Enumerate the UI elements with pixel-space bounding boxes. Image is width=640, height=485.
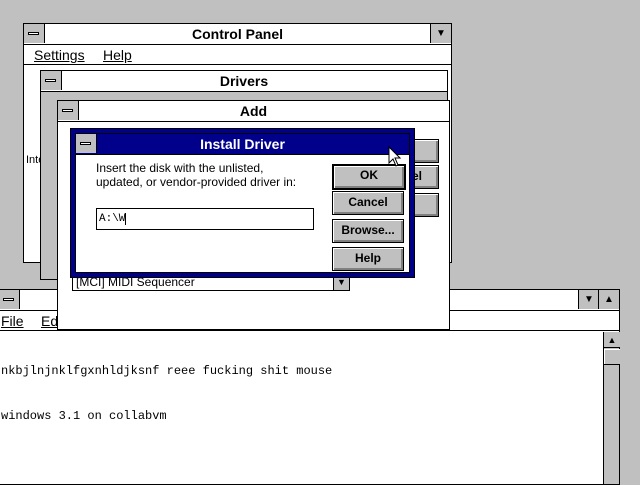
- text-cursor: [125, 213, 127, 225]
- scroll-up-icon[interactable]: ▲: [604, 332, 620, 348]
- driver-path-value: A:\W: [99, 213, 126, 225]
- menu-file[interactable]: File: [1, 311, 24, 331]
- text-line: windows 3.1 on collabvm: [1, 409, 167, 423]
- menu-help[interactable]: Help: [103, 45, 132, 65]
- add-titlebar[interactable]: Add: [58, 101, 449, 122]
- browse-button[interactable]: Browse...: [332, 219, 404, 243]
- add-ok-button[interactable]: [411, 139, 439, 163]
- drivers-title: Drivers: [219, 73, 269, 89]
- add-title: Add: [239, 103, 268, 119]
- driver-path-input[interactable]: A:\W: [96, 208, 314, 230]
- minimize-icon[interactable]: ▼: [578, 290, 599, 309]
- install-driver-titlebar[interactable]: Install Driver: [76, 134, 409, 155]
- menu-edit[interactable]: Ed: [41, 311, 58, 331]
- install-driver-body: Install Driver Insert the disk with the …: [75, 133, 410, 273]
- minimize-icon[interactable]: ▼: [430, 24, 451, 43]
- notepad-system-menu-icon[interactable]: [0, 290, 20, 309]
- add-system-menu-icon[interactable]: [58, 101, 79, 120]
- text-line: nkbjlnjnklfgxnhldjksnf reee fucking shit…: [1, 364, 333, 378]
- install-prompt-line2: updated, or vendor-provided driver in:: [96, 175, 297, 189]
- drivers-system-menu-icon[interactable]: [41, 71, 62, 90]
- install-driver-system-menu-icon[interactable]: [76, 134, 97, 153]
- help-button[interactable]: Help: [332, 247, 404, 271]
- install-driver-title: Install Driver: [200, 136, 285, 152]
- add-help-button[interactable]: [411, 193, 439, 217]
- control-panel-menubar: Settings Help: [24, 45, 451, 65]
- control-panel-system-menu-icon[interactable]: [24, 24, 45, 43]
- install-driver-dialog: Install Driver Insert the disk with the …: [70, 128, 415, 278]
- control-panel-titlebar[interactable]: Control Panel ▼: [24, 24, 451, 45]
- menu-settings[interactable]: Settings: [34, 45, 85, 65]
- add-cancel-button[interactable]: el: [411, 165, 439, 189]
- notepad-text-area[interactable]: nkbjlnjnklfgxnhldjksnf reee fucking shit…: [1, 334, 599, 482]
- vertical-scrollbar[interactable]: ▲: [603, 332, 620, 484]
- install-prompt-line1: Insert the disk with the unlisted,: [96, 161, 264, 175]
- cancel-button[interactable]: Cancel: [332, 191, 404, 215]
- drivers-titlebar[interactable]: Drivers: [41, 71, 447, 92]
- maximize-icon[interactable]: ▲: [598, 290, 619, 309]
- scroll-thumb[interactable]: [604, 349, 620, 365]
- mouse-cursor-icon: [388, 146, 402, 167]
- control-panel-title: Control Panel: [191, 26, 283, 42]
